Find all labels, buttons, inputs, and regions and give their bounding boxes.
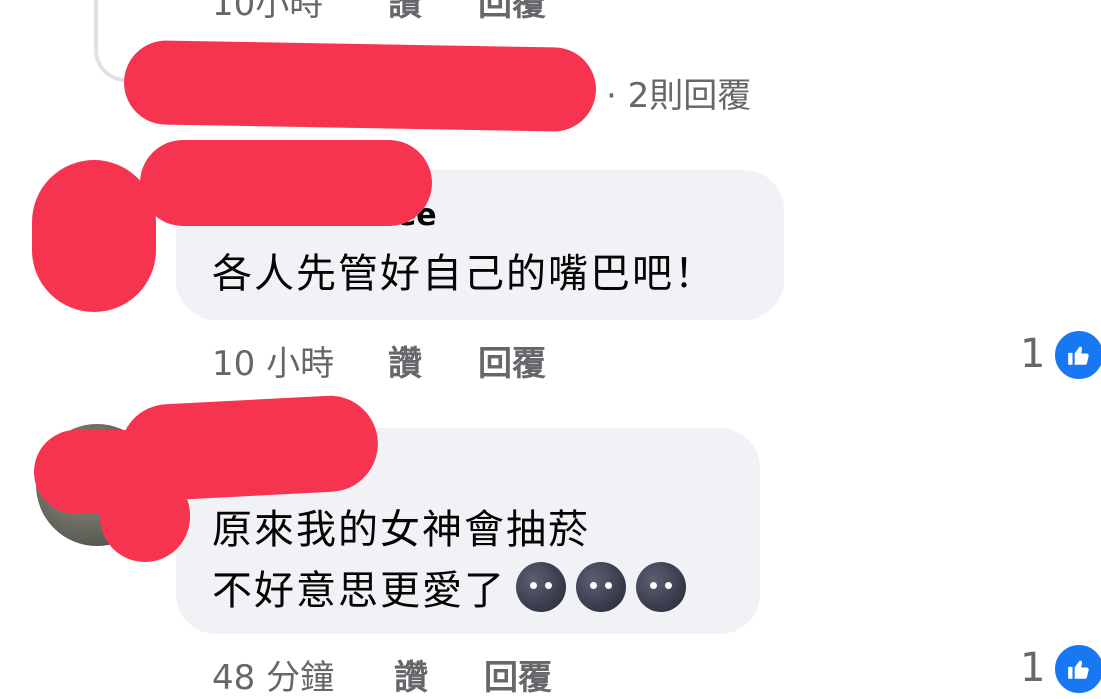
top-like-button[interactable]: 讚 (388, 0, 422, 25)
comment-time: 48 分鐘 (212, 658, 335, 698)
reply-button[interactable]: 回覆 (478, 336, 546, 385)
redaction-mark (140, 140, 432, 226)
comment-text-line-1: 原來我的女神會抽菸 (212, 507, 590, 553)
comment-text: 各人先管好自己的嘴巴吧！ (212, 251, 716, 297)
comment-time: 10 小時 (212, 344, 335, 384)
thumbs-up-icon[interactable] (1052, 642, 1101, 696)
comment-text-line-2: 不好意思更愛了 (212, 562, 686, 619)
comment-text: 不好意思更愛了 (212, 568, 506, 614)
like-count[interactable]: 1 (1020, 331, 1045, 377)
new-moon-face-icon (576, 562, 626, 612)
like-button[interactable]: 讚 (388, 336, 422, 385)
like-button[interactable]: 讚 (394, 650, 428, 699)
new-moon-face-icon (516, 562, 566, 612)
redaction-mark (100, 470, 190, 562)
top-reply-button[interactable]: 回覆 (478, 0, 546, 25)
top-comment-time: 10小時 (212, 0, 324, 24)
redaction-mark (123, 39, 597, 133)
new-moon-face-icon (636, 562, 686, 612)
thumbs-up-icon[interactable] (1052, 328, 1101, 382)
redaction-mark (32, 160, 156, 312)
reply-button[interactable]: 回覆 (484, 650, 552, 699)
like-count[interactable]: 1 (1020, 645, 1045, 691)
view-replies-link[interactable]: · 2則回覆 (606, 68, 751, 117)
